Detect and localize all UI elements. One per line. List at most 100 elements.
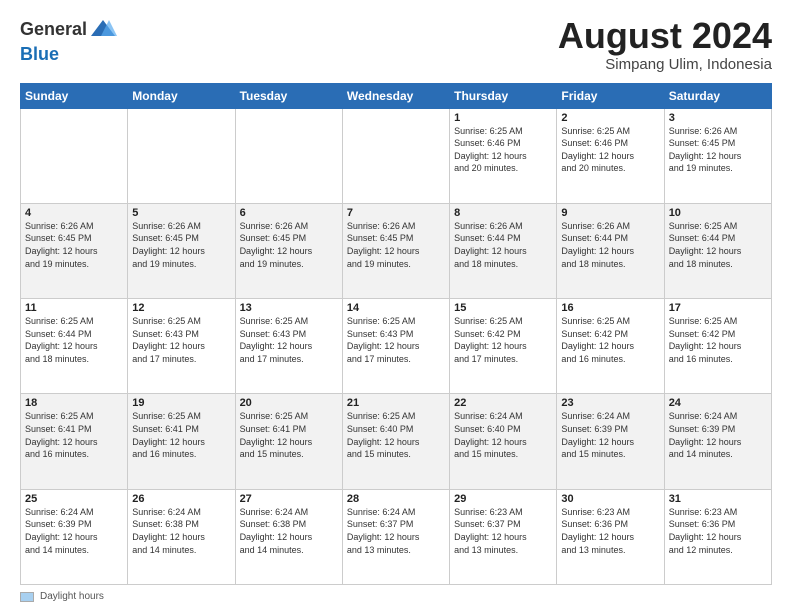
calendar-cell: 7Sunrise: 6:26 AMSunset: 6:45 PMDaylight… xyxy=(342,203,449,298)
title-block: August 2024 Simpang Ulim, Indonesia xyxy=(558,16,772,73)
day-info: Sunrise: 6:25 AMSunset: 6:46 PMDaylight:… xyxy=(454,125,552,175)
day-number: 14 xyxy=(347,302,445,314)
day-number: 15 xyxy=(454,302,552,314)
calendar-cell: 22Sunrise: 6:24 AMSunset: 6:40 PMDayligh… xyxy=(450,394,557,489)
day-info: Sunrise: 6:25 AMSunset: 6:44 PMDaylight:… xyxy=(25,315,123,365)
calendar-cell: 18Sunrise: 6:25 AMSunset: 6:41 PMDayligh… xyxy=(21,394,128,489)
calendar-table: SundayMondayTuesdayWednesdayThursdayFrid… xyxy=(20,83,772,585)
calendar-week-row: 4Sunrise: 6:26 AMSunset: 6:45 PMDaylight… xyxy=(21,203,772,298)
day-info: Sunrise: 6:24 AMSunset: 6:37 PMDaylight:… xyxy=(347,506,445,556)
calendar-week-row: 11Sunrise: 6:25 AMSunset: 6:44 PMDayligh… xyxy=(21,299,772,394)
day-info: Sunrise: 6:25 AMSunset: 6:42 PMDaylight:… xyxy=(669,315,767,365)
day-info: Sunrise: 6:25 AMSunset: 6:43 PMDaylight:… xyxy=(240,315,338,365)
calendar-cell: 26Sunrise: 6:24 AMSunset: 6:38 PMDayligh… xyxy=(128,489,235,584)
day-number: 28 xyxy=(347,493,445,505)
month-title: August 2024 xyxy=(558,16,772,56)
day-number: 7 xyxy=(347,207,445,219)
day-info: Sunrise: 6:25 AMSunset: 6:46 PMDaylight:… xyxy=(561,125,659,175)
calendar-cell: 17Sunrise: 6:25 AMSunset: 6:42 PMDayligh… xyxy=(664,299,771,394)
day-info: Sunrise: 6:24 AMSunset: 6:39 PMDaylight:… xyxy=(669,410,767,460)
weekday-header-tuesday: Tuesday xyxy=(235,83,342,108)
weekday-header-friday: Friday xyxy=(557,83,664,108)
day-number: 3 xyxy=(669,112,767,124)
day-number: 17 xyxy=(669,302,767,314)
calendar-cell: 10Sunrise: 6:25 AMSunset: 6:44 PMDayligh… xyxy=(664,203,771,298)
calendar-cell: 28Sunrise: 6:24 AMSunset: 6:37 PMDayligh… xyxy=(342,489,449,584)
weekday-header-row: SundayMondayTuesdayWednesdayThursdayFrid… xyxy=(21,83,772,108)
calendar-cell: 15Sunrise: 6:25 AMSunset: 6:42 PMDayligh… xyxy=(450,299,557,394)
calendar-cell xyxy=(128,108,235,203)
calendar-cell xyxy=(21,108,128,203)
day-number: 21 xyxy=(347,397,445,409)
calendar-week-row: 18Sunrise: 6:25 AMSunset: 6:41 PMDayligh… xyxy=(21,394,772,489)
calendar-cell: 9Sunrise: 6:26 AMSunset: 6:44 PMDaylight… xyxy=(557,203,664,298)
day-info: Sunrise: 6:25 AMSunset: 6:43 PMDaylight:… xyxy=(132,315,230,365)
day-info: Sunrise: 6:25 AMSunset: 6:41 PMDaylight:… xyxy=(132,410,230,460)
calendar-cell: 29Sunrise: 6:23 AMSunset: 6:37 PMDayligh… xyxy=(450,489,557,584)
day-number: 6 xyxy=(240,207,338,219)
day-number: 9 xyxy=(561,207,659,219)
day-info: Sunrise: 6:26 AMSunset: 6:45 PMDaylight:… xyxy=(669,125,767,175)
day-number: 16 xyxy=(561,302,659,314)
weekday-header-sunday: Sunday xyxy=(21,83,128,108)
day-info: Sunrise: 6:25 AMSunset: 6:41 PMDaylight:… xyxy=(25,410,123,460)
day-info: Sunrise: 6:26 AMSunset: 6:45 PMDaylight:… xyxy=(347,220,445,270)
calendar-cell: 30Sunrise: 6:23 AMSunset: 6:36 PMDayligh… xyxy=(557,489,664,584)
logo: General Blue xyxy=(20,16,117,66)
day-info: Sunrise: 6:26 AMSunset: 6:44 PMDaylight:… xyxy=(561,220,659,270)
calendar-cell: 13Sunrise: 6:25 AMSunset: 6:43 PMDayligh… xyxy=(235,299,342,394)
day-number: 23 xyxy=(561,397,659,409)
day-number: 8 xyxy=(454,207,552,219)
day-info: Sunrise: 6:26 AMSunset: 6:45 PMDaylight:… xyxy=(132,220,230,270)
day-info: Sunrise: 6:24 AMSunset: 6:39 PMDaylight:… xyxy=(561,410,659,460)
calendar-cell: 3Sunrise: 6:26 AMSunset: 6:45 PMDaylight… xyxy=(664,108,771,203)
day-info: Sunrise: 6:25 AMSunset: 6:44 PMDaylight:… xyxy=(669,220,767,270)
calendar-cell xyxy=(342,108,449,203)
weekday-header-saturday: Saturday xyxy=(664,83,771,108)
day-info: Sunrise: 6:24 AMSunset: 6:38 PMDaylight:… xyxy=(240,506,338,556)
calendar-cell: 2Sunrise: 6:25 AMSunset: 6:46 PMDaylight… xyxy=(557,108,664,203)
footer: Daylight hours xyxy=(20,591,772,602)
weekday-header-wednesday: Wednesday xyxy=(342,83,449,108)
day-info: Sunrise: 6:25 AMSunset: 6:42 PMDaylight:… xyxy=(561,315,659,365)
day-info: Sunrise: 6:23 AMSunset: 6:36 PMDaylight:… xyxy=(669,506,767,556)
day-info: Sunrise: 6:26 AMSunset: 6:44 PMDaylight:… xyxy=(454,220,552,270)
calendar-cell: 25Sunrise: 6:24 AMSunset: 6:39 PMDayligh… xyxy=(21,489,128,584)
daylight-legend-box xyxy=(20,592,34,602)
calendar-cell: 16Sunrise: 6:25 AMSunset: 6:42 PMDayligh… xyxy=(557,299,664,394)
calendar-cell: 11Sunrise: 6:25 AMSunset: 6:44 PMDayligh… xyxy=(21,299,128,394)
day-info: Sunrise: 6:25 AMSunset: 6:41 PMDaylight:… xyxy=(240,410,338,460)
day-info: Sunrise: 6:23 AMSunset: 6:37 PMDaylight:… xyxy=(454,506,552,556)
logo-icon xyxy=(89,16,117,44)
day-number: 5 xyxy=(132,207,230,219)
calendar-cell: 4Sunrise: 6:26 AMSunset: 6:45 PMDaylight… xyxy=(21,203,128,298)
day-number: 25 xyxy=(25,493,123,505)
day-number: 2 xyxy=(561,112,659,124)
day-number: 26 xyxy=(132,493,230,505)
calendar-cell: 24Sunrise: 6:24 AMSunset: 6:39 PMDayligh… xyxy=(664,394,771,489)
header: General Blue August 2024 Simpang Ulim, I… xyxy=(20,16,772,73)
day-number: 22 xyxy=(454,397,552,409)
day-info: Sunrise: 6:24 AMSunset: 6:38 PMDaylight:… xyxy=(132,506,230,556)
day-info: Sunrise: 6:25 AMSunset: 6:40 PMDaylight:… xyxy=(347,410,445,460)
calendar-cell: 1Sunrise: 6:25 AMSunset: 6:46 PMDaylight… xyxy=(450,108,557,203)
logo-blue: Blue xyxy=(20,44,59,64)
day-number: 11 xyxy=(25,302,123,314)
day-number: 27 xyxy=(240,493,338,505)
day-number: 12 xyxy=(132,302,230,314)
day-info: Sunrise: 6:24 AMSunset: 6:39 PMDaylight:… xyxy=(25,506,123,556)
location-subtitle: Simpang Ulim, Indonesia xyxy=(558,56,772,73)
weekday-header-monday: Monday xyxy=(128,83,235,108)
day-number: 30 xyxy=(561,493,659,505)
calendar-cell: 31Sunrise: 6:23 AMSunset: 6:36 PMDayligh… xyxy=(664,489,771,584)
day-number: 13 xyxy=(240,302,338,314)
day-info: Sunrise: 6:24 AMSunset: 6:40 PMDaylight:… xyxy=(454,410,552,460)
day-number: 29 xyxy=(454,493,552,505)
page: General Blue August 2024 Simpang Ulim, I… xyxy=(0,0,792,612)
day-info: Sunrise: 6:25 AMSunset: 6:43 PMDaylight:… xyxy=(347,315,445,365)
day-number: 1 xyxy=(454,112,552,124)
calendar-cell: 12Sunrise: 6:25 AMSunset: 6:43 PMDayligh… xyxy=(128,299,235,394)
calendar-cell xyxy=(235,108,342,203)
day-number: 31 xyxy=(669,493,767,505)
calendar-cell: 27Sunrise: 6:24 AMSunset: 6:38 PMDayligh… xyxy=(235,489,342,584)
